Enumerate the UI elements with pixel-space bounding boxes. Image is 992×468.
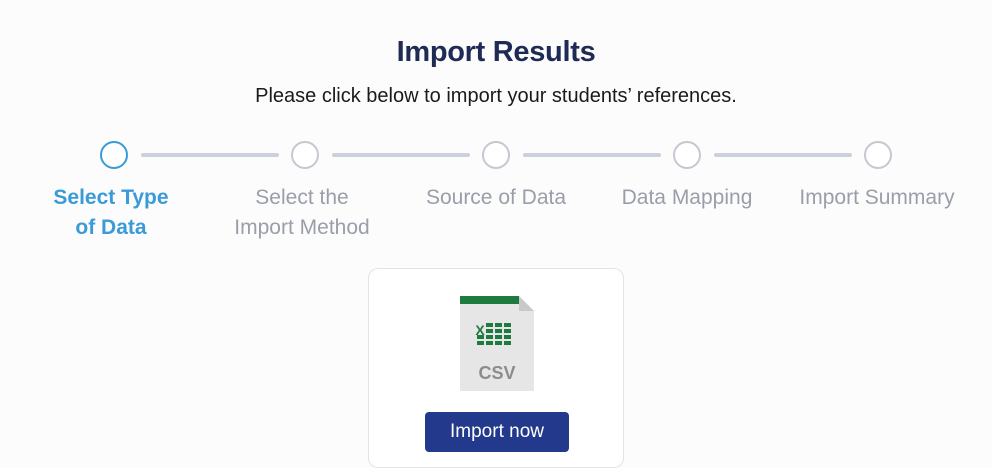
step-1-label-line2: of Data bbox=[75, 216, 147, 239]
step-5-circle[interactable] bbox=[864, 141, 892, 169]
step-4-label[interactable]: Data Mapping bbox=[602, 183, 772, 213]
step-5-label-line1: Import Summary bbox=[799, 186, 955, 209]
step-1-circle[interactable] bbox=[100, 141, 128, 169]
step-2-circle[interactable] bbox=[291, 141, 319, 169]
step-4-label-line1: Data Mapping bbox=[621, 186, 753, 209]
csv-file-label: CSV bbox=[478, 363, 515, 383]
step-1-label-line1: Select Type bbox=[53, 186, 169, 209]
step-3-label-line1: Source of Data bbox=[425, 186, 567, 209]
step-3-circle[interactable] bbox=[482, 141, 510, 169]
csv-file-icon: X CSV bbox=[460, 296, 534, 391]
step-1-label[interactable]: Select Type of Data bbox=[26, 183, 196, 243]
step-connector bbox=[332, 153, 470, 157]
page-subtitle: Please click below to import your studen… bbox=[255, 85, 737, 107]
import-now-button[interactable]: Import now bbox=[425, 412, 569, 452]
step-connector bbox=[523, 153, 661, 157]
step-3-label[interactable]: Source of Data bbox=[411, 183, 581, 213]
csv-import-card: X CSV Import now bbox=[368, 268, 624, 468]
step-connector bbox=[714, 153, 852, 157]
step-2-label-line2: Import Method bbox=[234, 216, 370, 239]
step-5-label[interactable]: Import Summary bbox=[792, 183, 962, 213]
step-2-label[interactable]: Select the Import Method bbox=[217, 183, 387, 243]
step-2-label-line1: Select the bbox=[255, 186, 349, 209]
step-4-circle[interactable] bbox=[673, 141, 701, 169]
step-connector bbox=[141, 153, 279, 157]
page-title: Import Results bbox=[396, 36, 596, 68]
